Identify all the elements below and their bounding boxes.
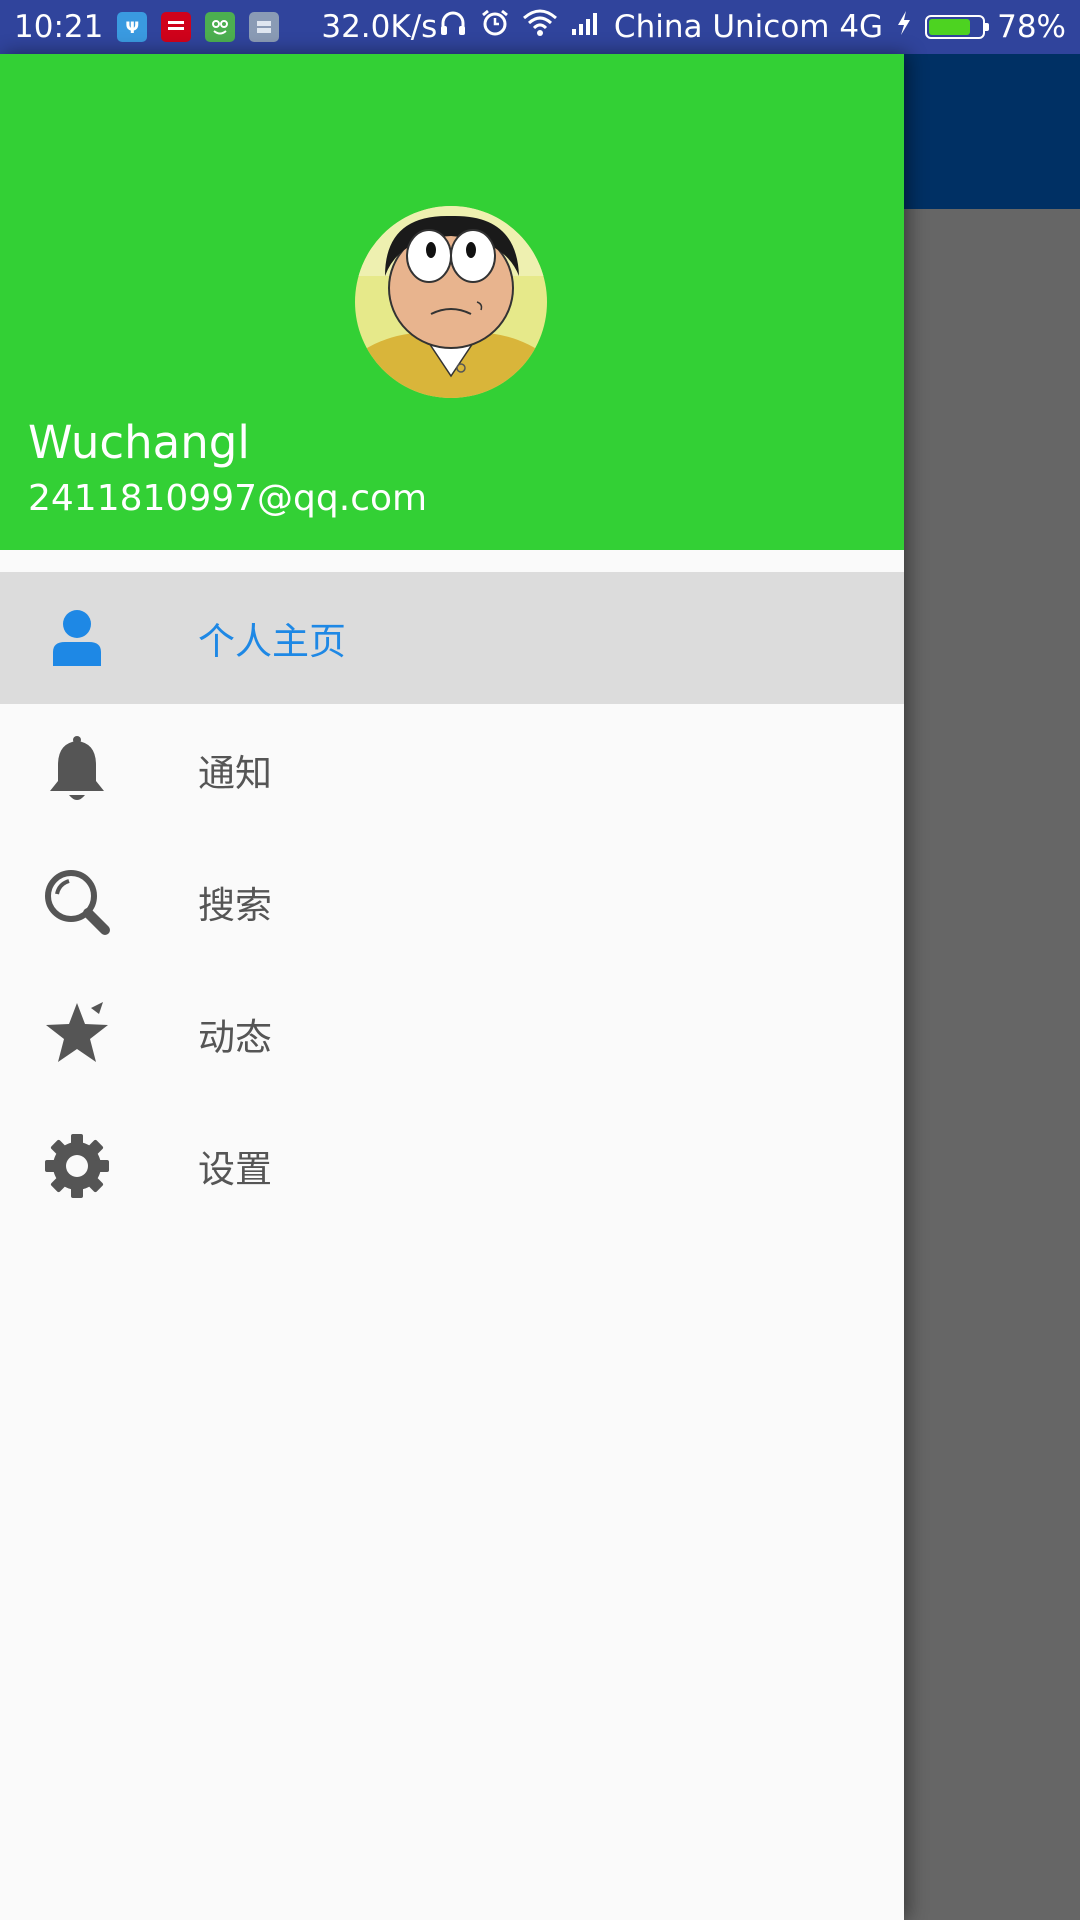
- menu-item-label: 个人主页: [198, 620, 346, 663]
- status-time: 10:21: [14, 9, 104, 45]
- gear-icon: [42, 1131, 112, 1201]
- background-app-bar: [904, 54, 1080, 209]
- alarm-icon: [480, 8, 510, 46]
- signal-icon: [570, 9, 602, 45]
- menu-item-activity[interactable]: 动态: [0, 968, 904, 1100]
- charging-icon: [895, 9, 913, 45]
- usb-icon: Ψ: [117, 12, 148, 42]
- menu-item-label: 通知: [198, 752, 272, 795]
- menu-item-profile[interactable]: 个人主页: [0, 572, 904, 704]
- search-icon: [42, 867, 112, 937]
- battery-icon: [925, 15, 990, 39]
- youdao-app-icon: [161, 12, 192, 42]
- headphones-icon: [438, 8, 468, 46]
- drawer-header: Wuchangl 2411810997@qq.com: [0, 54, 904, 550]
- drawer-menu: 个人主页 通知 搜索 动态 设置: [0, 572, 904, 1232]
- user-name: Wuchangl: [28, 416, 250, 469]
- menu-item-label: 动态: [198, 1016, 272, 1059]
- wifi-icon: [522, 8, 558, 46]
- bell-icon: [42, 735, 112, 805]
- avatar[interactable]: [355, 206, 547, 398]
- battery-percent: 78%: [997, 9, 1066, 45]
- drawer-scrim[interactable]: [904, 209, 1080, 1920]
- storage-app-icon: [249, 12, 280, 42]
- navigation-drawer: Wuchangl 2411810997@qq.com 个人主页 通知 搜索 动态…: [0, 54, 904, 1920]
- menu-item-notifications[interactable]: 通知: [0, 704, 904, 836]
- frog-app-icon: [205, 12, 236, 42]
- menu-item-label: 设置: [198, 1148, 272, 1191]
- menu-item-search[interactable]: 搜索: [0, 836, 904, 968]
- user-email: 2411810997@qq.com: [28, 478, 428, 519]
- status-bar: 10:21 Ψ 32.0K/s China Unicom 4G 78%: [0, 0, 1080, 54]
- network-speed: 32.0K/s: [321, 9, 438, 45]
- menu-item-settings[interactable]: 设置: [0, 1100, 904, 1232]
- carrier-label: China Unicom 4G: [613, 9, 884, 45]
- menu-item-label: 搜索: [198, 884, 272, 927]
- person-icon: [42, 603, 112, 673]
- star-icon: [42, 999, 112, 1069]
